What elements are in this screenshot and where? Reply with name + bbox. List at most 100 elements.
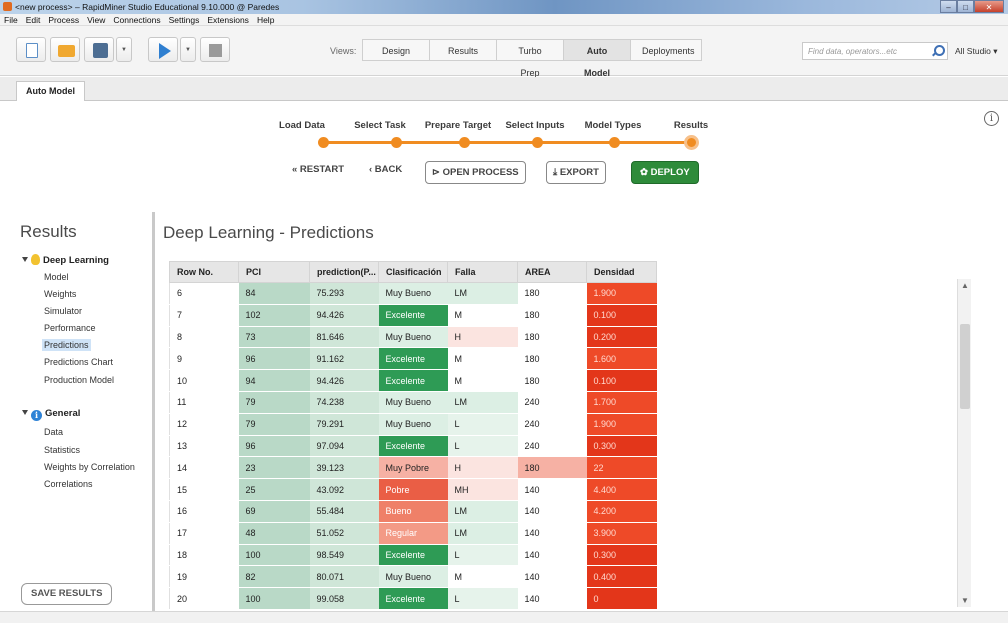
sidebar-item-simulator[interactable]: Simulator (42, 305, 84, 317)
deploy-button[interactable]: ✿ DEPLOY (631, 161, 699, 184)
view-tab-results[interactable]: Results (429, 39, 497, 61)
sidebar-item-performance[interactable]: Performance (42, 322, 98, 334)
menu-file[interactable]: File (0, 14, 22, 25)
menu-process[interactable]: Process (44, 14, 83, 25)
restart-button[interactable]: « RESTART (292, 164, 344, 175)
step-load-data[interactable]: Load Data (279, 120, 325, 131)
open-process-toolbar-button[interactable] (50, 37, 80, 62)
step-select-inputs[interactable]: Select Inputs (505, 120, 564, 131)
cell-falla: M (447, 369, 518, 392)
stop-process-button[interactable] (200, 37, 230, 62)
cell-densidad: 0.400 (586, 565, 657, 589)
sidebar-group-deep-learning[interactable]: Deep Learning (22, 254, 109, 266)
sidebar-item-production-model[interactable]: Production Model (42, 374, 116, 386)
column-header-clasificacion[interactable]: Clasificación (378, 261, 448, 283)
column-header-row-no[interactable]: Row No. (169, 261, 239, 283)
table-row[interactable]: 14 23 39.123 Muy Pobre H 180 22 (169, 456, 657, 480)
table-row[interactable]: 6 84 75.293 Muy Bueno LM 180 1.900 (169, 282, 657, 305)
save-results-button[interactable]: SAVE RESULTS (21, 583, 113, 605)
search-icon[interactable] (930, 44, 945, 58)
column-header-densidad[interactable]: Densidad (586, 261, 657, 283)
table-row[interactable]: 17 48 51.052 Regular LM 140 3.900 (169, 522, 657, 545)
tab-auto-model[interactable]: Auto Model (16, 81, 85, 101)
table-row[interactable]: 13 96 97.094 Excelente L 240 0.300 (169, 435, 657, 458)
table-row[interactable]: 16 69 55.484 Bueno LM 140 4.200 (169, 500, 657, 523)
menu-view[interactable]: View (83, 14, 109, 25)
panel-splitter[interactable] (152, 212, 155, 612)
step-dot (608, 137, 620, 148)
cell-prediction: 99.058 (309, 587, 379, 610)
step-dot (458, 137, 470, 148)
cell-area: 180 (517, 369, 587, 392)
menu-settings[interactable]: Settings (165, 14, 204, 25)
scroll-up-icon[interactable]: ▲ (961, 281, 969, 290)
sidebar-item-weights[interactable]: Weights (42, 288, 78, 300)
minimize-icon[interactable]: – (940, 0, 957, 13)
save-options-caret[interactable]: ▼ (116, 37, 132, 62)
table-row[interactable]: 18 100 98.549 Excelente L 140 0.300 (169, 544, 657, 567)
menu-help[interactable]: Help (253, 14, 278, 25)
table-row[interactable]: 8 73 81.646 Muy Bueno H 180 0.200 (169, 326, 657, 349)
close-icon[interactable]: ✕ (974, 0, 1004, 13)
column-header-pci[interactable]: PCI (238, 261, 310, 283)
run-options-caret[interactable]: ▼ (180, 37, 196, 62)
step-results[interactable]: Results (674, 120, 708, 131)
open-process-button[interactable]: ⊳ OPEN PROCESS (425, 161, 526, 184)
table-row[interactable]: 15 25 43.092 Pobre MH 140 4.400 (169, 478, 657, 501)
cell-prediction: 97.094 (309, 435, 379, 458)
cell-row-no: 15 (169, 478, 239, 501)
step-select-task[interactable]: Select Task (354, 120, 406, 131)
sidebar-item-predictions-chart[interactable]: Predictions Chart (42, 356, 115, 368)
column-header-area[interactable]: AREA (517, 261, 587, 283)
cell-pci: 69 (238, 500, 310, 523)
menu-connections[interactable]: Connections (109, 14, 164, 25)
sidebar-item-statistics[interactable]: Statistics (42, 444, 82, 456)
sidebar-item-weights-by-correlation[interactable]: Weights by Correlation (42, 461, 137, 473)
back-button[interactable]: ‹ BACK (369, 164, 402, 175)
window-controls: – □ ✕ (940, 0, 1004, 13)
sidebar-item-model[interactable]: Model (42, 271, 71, 283)
table-row[interactable]: 19 82 80.071 Muy Bueno M 140 0.400 (169, 565, 657, 589)
column-header-prediction[interactable]: prediction(P... (309, 261, 379, 283)
cell-clasificacion: Excelente (378, 544, 448, 567)
export-button[interactable]: ⤓ EXPORT (546, 161, 606, 184)
wizard-steps: Load Data Select Task Prepare Target Sel… (0, 116, 1008, 156)
column-header-falla[interactable]: Falla (447, 261, 518, 283)
sidebar-item-predictions[interactable]: Predictions (42, 339, 91, 351)
step-prepare-target[interactable]: Prepare Target (425, 120, 491, 131)
sidebar-group-general[interactable]: i General (22, 408, 80, 421)
menu-bar: File Edit Process View Connections Setti… (0, 14, 1008, 26)
menu-extensions[interactable]: Extensions (203, 14, 253, 25)
cell-area: 140 (517, 522, 587, 545)
view-tab-turbo-prep[interactable]: Turbo Prep (496, 39, 564, 78)
sidebar-group-label: General (45, 408, 81, 419)
cell-falla: H (447, 456, 518, 480)
save-process-button[interactable] (84, 37, 114, 62)
table-row[interactable]: 20 100 99.058 Excelente L 140 0 (169, 587, 657, 610)
table-row[interactable]: 11 79 74.238 Muy Bueno LM 240 1.700 (169, 391, 657, 414)
table-row[interactable]: 9 96 91.162 Excelente M 180 1.600 (169, 347, 657, 371)
cell-area: 140 (517, 587, 587, 610)
studio-scope-dropdown[interactable]: All Studio ▾ (955, 46, 998, 57)
chevron-down-icon (22, 257, 28, 262)
scroll-thumb[interactable] (960, 324, 970, 409)
chevron-down-icon (22, 410, 28, 415)
global-search-input[interactable]: Find data, operators...etc (802, 42, 948, 60)
menu-edit[interactable]: Edit (22, 14, 45, 25)
view-tab-deployments[interactable]: Deployments (630, 39, 702, 61)
cell-densidad: 0.100 (586, 369, 657, 392)
table-scrollbar[interactable]: ▲ ▼ (957, 279, 971, 607)
sidebar-item-correlations[interactable]: Correlations (42, 478, 95, 490)
table-row[interactable]: 7 102 94.426 Excelente M 180 0.100 (169, 304, 657, 327)
table-row[interactable]: 12 79 79.291 Muy Bueno L 240 1.900 (169, 413, 657, 436)
new-file-icon (26, 43, 38, 58)
sidebar-item-data[interactable]: Data (42, 426, 65, 438)
step-model-types[interactable]: Model Types (585, 120, 642, 131)
maximize-icon[interactable]: □ (957, 0, 974, 13)
run-process-button[interactable] (148, 37, 178, 62)
view-tab-design[interactable]: Design (362, 39, 430, 61)
view-tab-auto-model[interactable]: Auto Model (563, 39, 631, 78)
scroll-down-icon[interactable]: ▼ (961, 596, 969, 605)
new-process-button[interactable] (16, 37, 46, 62)
table-row[interactable]: 10 94 94.426 Excelente M 180 0.100 (169, 369, 657, 392)
